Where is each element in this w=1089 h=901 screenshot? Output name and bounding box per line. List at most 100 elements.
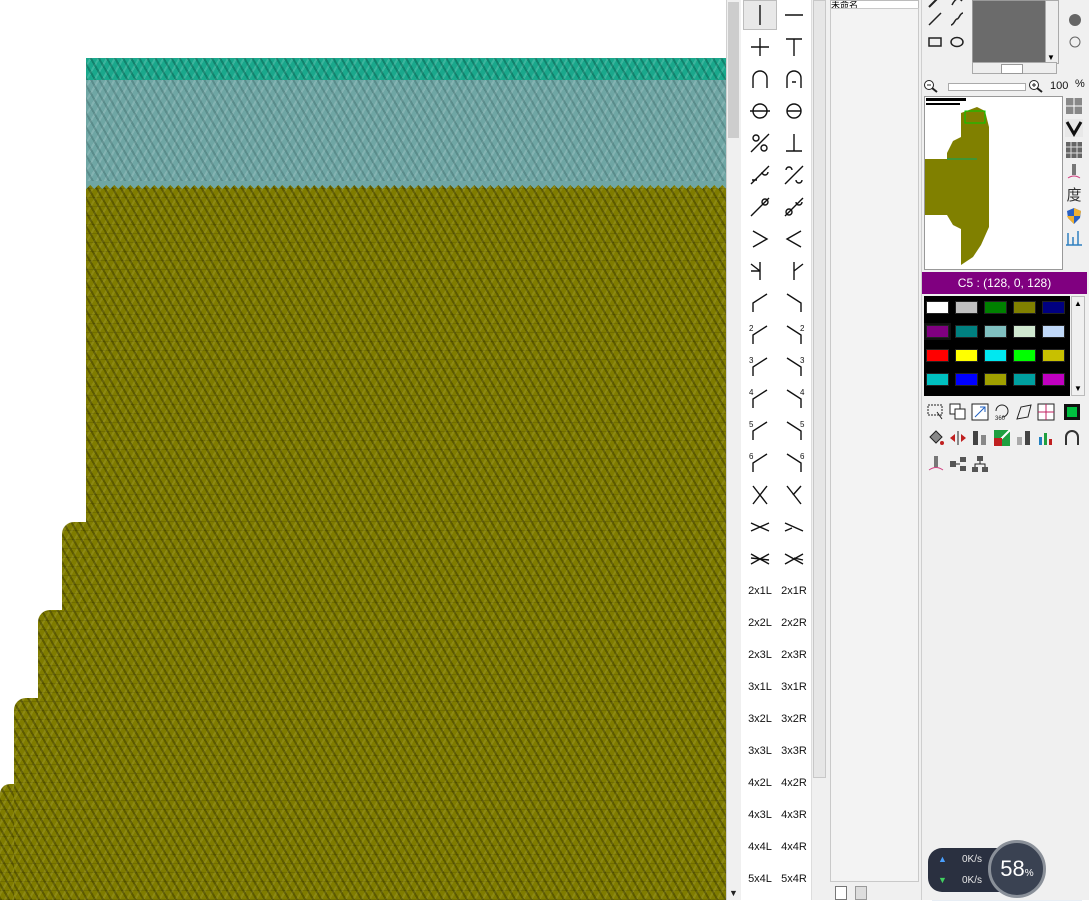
merge-icon[interactable] — [948, 454, 968, 474]
color-swatch[interactable] — [926, 301, 949, 314]
color-swatch[interactable] — [955, 325, 978, 338]
brush-horizontal-scrollbar[interactable] — [972, 62, 1057, 74]
tree-icon[interactable] — [970, 454, 990, 474]
cable-stitch-button[interactable]: 2x2L — [743, 608, 777, 638]
stitch-bend-left-4-icon[interactable]: 4 — [743, 384, 777, 414]
empty-circle-icon[interactable] — [1066, 34, 1084, 50]
stitch-bend-left-icon[interactable] — [743, 288, 777, 318]
shield-icon[interactable] — [1064, 206, 1084, 226]
scroll-thumb[interactable] — [1001, 64, 1023, 74]
stitch-slash-circle-icon[interactable] — [743, 128, 777, 158]
line-icon[interactable] — [926, 11, 944, 27]
cable-stitch-button[interactable]: 2x3L — [743, 640, 777, 670]
resize-icon[interactable] — [970, 402, 990, 422]
new-document-icon[interactable] — [835, 886, 847, 900]
stitch-lean-left-y-icon[interactable] — [743, 256, 777, 286]
color-swatch[interactable] — [955, 373, 978, 386]
scroll-up-icon[interactable]: ▲ — [1074, 299, 1082, 308]
stitch-bend-right-4-icon[interactable]: 4 — [777, 384, 811, 414]
color-swatch[interactable] — [984, 325, 1007, 338]
column-icon[interactable] — [1014, 428, 1034, 448]
scroll-down-icon[interactable]: ▼ — [729, 888, 738, 898]
cpu-usage-ring[interactable]: 58 % — [988, 840, 1046, 898]
stitch-cross-x2-icon[interactable] — [777, 480, 811, 510]
split-icon[interactable] — [1036, 402, 1056, 422]
rotate-360-icon[interactable]: 360 — [992, 402, 1012, 422]
zoom-slider[interactable] — [948, 83, 1026, 91]
stitch-cable-c-icon[interactable] — [743, 544, 777, 574]
mirror-icon[interactable] — [948, 428, 968, 448]
color-swatch[interactable] — [926, 373, 949, 386]
layer-list[interactable] — [830, 8, 919, 882]
color-swatch[interactable] — [1013, 301, 1036, 314]
arch-tool-icon[interactable] — [1062, 428, 1082, 448]
stitch-less-than-icon[interactable] — [777, 224, 811, 254]
color-swatch[interactable] — [984, 349, 1007, 362]
stitch-palette-scrollbar[interactable] — [811, 0, 828, 900]
stitch-bend-right-2-icon[interactable]: 2 — [777, 320, 811, 350]
stitch-bend-right-6-icon[interactable]: 6 — [777, 448, 811, 478]
needle-pink-icon[interactable] — [926, 454, 946, 474]
cable-stitch-button[interactable]: 4x3R — [777, 800, 811, 830]
color-swatch[interactable] — [1042, 373, 1065, 386]
skew-icon[interactable] — [1014, 402, 1034, 422]
stitch-circle-half-icon[interactable] — [777, 96, 811, 126]
swatch-scrollbar[interactable]: ▲ ▼ — [1071, 296, 1085, 396]
color-swatch[interactable] — [955, 349, 978, 362]
color-swatch[interactable] — [1013, 349, 1036, 362]
cable-stitch-button[interactable]: 2x1R — [777, 576, 811, 606]
stitch-arch-dot-icon[interactable] — [777, 64, 811, 94]
stats-icon[interactable] — [1036, 428, 1056, 448]
scroll-thumb[interactable] — [813, 0, 826, 778]
curve-icon[interactable] — [948, 11, 966, 27]
cable-stitch-button[interactable]: 2x3R — [777, 640, 811, 670]
cable-stitch-button[interactable]: 3x1L — [743, 672, 777, 702]
rectangle-icon[interactable] — [926, 34, 944, 50]
color-swatch[interactable] — [984, 301, 1007, 314]
ellipse-icon[interactable] — [948, 34, 966, 50]
stitch-vline-icon[interactable] — [743, 0, 777, 30]
stitch-bend-left-3-icon[interactable]: 3 — [743, 352, 777, 382]
cable-stitch-button[interactable]: 3x3R — [777, 736, 811, 766]
zoom-out-icon[interactable] — [922, 78, 940, 94]
pencil-icon[interactable] — [926, 0, 944, 10]
brush-preview-scrollbar[interactable]: ▼ — [1045, 0, 1059, 64]
stitch-bend-left-5-icon[interactable]: 5 — [743, 416, 777, 446]
color-swatch[interactable] — [926, 349, 949, 362]
cable-stitch-button[interactable]: 4x4L — [743, 832, 777, 862]
stitch-slash-o2-icon[interactable] — [777, 192, 811, 222]
cable-stitch-button[interactable]: 4x4R — [777, 832, 811, 862]
stitch-bend-right-3-icon[interactable]: 3 — [777, 352, 811, 382]
zoom-value[interactable]: 100 — [1050, 80, 1072, 92]
bucket-icon[interactable] — [926, 428, 946, 448]
cable-stitch-button[interactable]: 2x2R — [777, 608, 811, 638]
cable-stitch-button[interactable]: 4x3L — [743, 800, 777, 830]
color-swatch[interactable] — [1013, 373, 1036, 386]
stitch-hline-icon[interactable] — [777, 0, 811, 30]
stitch-cable-d-icon[interactable] — [777, 544, 811, 574]
stitch-inverted-tee-icon[interactable] — [777, 128, 811, 158]
cable-stitch-button[interactable]: 2x1L — [743, 576, 777, 606]
select-icon[interactable] — [926, 402, 946, 422]
copy-icon[interactable] — [948, 402, 968, 422]
color-swatch[interactable] — [1042, 349, 1065, 362]
cable-stitch-button[interactable]: 3x2R — [777, 704, 811, 734]
zoom-in-icon[interactable] — [1027, 78, 1045, 94]
needle-icon[interactable] — [1064, 162, 1084, 182]
navigator-preview[interactable] — [924, 96, 1063, 270]
stitch-arch-icon[interactable] — [743, 64, 777, 94]
knit-canvas[interactable] — [0, 0, 726, 900]
degree-icon[interactable]: 度 — [1064, 184, 1084, 204]
grid-small-icon[interactable] — [1064, 140, 1084, 160]
stitch-bend-right-icon[interactable] — [777, 288, 811, 318]
cable-stitch-button[interactable]: 3x3L — [743, 736, 777, 766]
v-stitch-icon[interactable] — [1064, 118, 1084, 138]
copy-document-icon[interactable] — [855, 886, 867, 900]
color-swatch[interactable] — [955, 301, 978, 314]
stitch-cable-a-icon[interactable] — [743, 512, 777, 542]
scroll-down-icon[interactable]: ▼ — [1047, 53, 1055, 62]
fill-black-icon[interactable] — [1062, 402, 1082, 422]
stitch-bend-left-6-icon[interactable]: 6 — [743, 448, 777, 478]
stitch-slash-o-icon[interactable] — [743, 192, 777, 222]
cable-stitch-button[interactable]: 5x4R — [777, 864, 811, 894]
